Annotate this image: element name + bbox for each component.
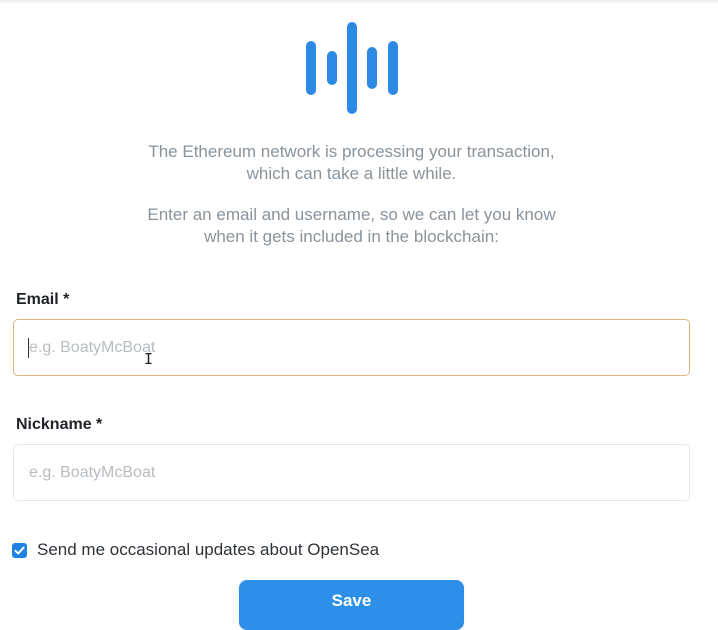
sound-wave-icon xyxy=(306,22,398,114)
nickname-label: Nickname * xyxy=(16,416,103,433)
nickname-field[interactable] xyxy=(13,444,690,501)
save-button[interactable]: Save xyxy=(239,580,464,630)
message-line: when it gets included in the blockchain: xyxy=(204,227,499,246)
message-line: The Ethereum network is processing your … xyxy=(148,142,555,161)
updates-checkbox[interactable] xyxy=(12,542,27,558)
text-cursor-icon: I xyxy=(144,350,154,368)
processing-message: The Ethereum network is processing your … xyxy=(0,141,703,185)
notify-message: Enter an email and username, so we can l… xyxy=(0,204,703,248)
message-line: Enter an email and username, so we can l… xyxy=(147,205,556,224)
message-line: which can take a little while. xyxy=(246,164,457,183)
updates-checkbox-row[interactable]: Send me occasional updates about OpenSea xyxy=(12,540,379,560)
email-field[interactable] xyxy=(13,319,690,376)
text-caret xyxy=(28,338,29,358)
top-edge-shadow xyxy=(0,0,718,4)
checkmark-icon xyxy=(14,546,25,554)
updates-checkbox-label: Send me occasional updates about OpenSea xyxy=(37,540,380,559)
email-label: Email * xyxy=(16,291,70,308)
